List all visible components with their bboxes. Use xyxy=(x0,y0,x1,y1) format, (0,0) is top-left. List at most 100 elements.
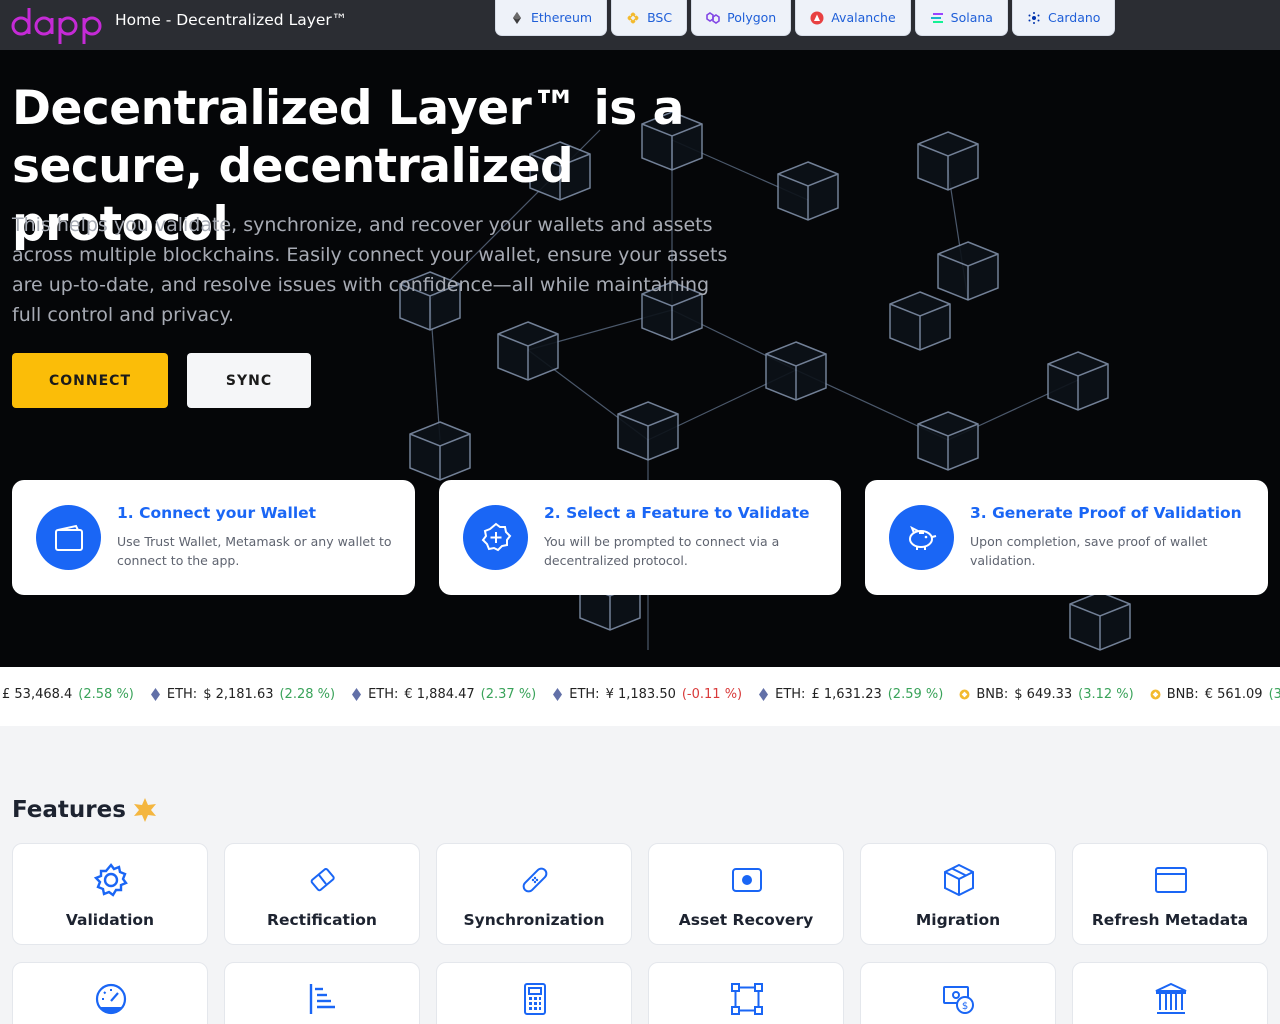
ethereum-icon xyxy=(513,11,521,24)
avalanche-icon xyxy=(810,11,824,24)
cash-coin-icon: $ xyxy=(943,986,974,1014)
feature-card-migration[interactable]: Migration xyxy=(860,843,1056,945)
ticker-item[interactable]: ETH: £ 1,631.23 (2.59 %) xyxy=(758,687,943,702)
tab-bsc[interactable]: BSC xyxy=(611,0,688,36)
ticker-change: (2.59 %) xyxy=(887,687,944,702)
step-description: Upon completion, save proof of wallet va… xyxy=(970,534,1208,568)
feature-card[interactable] xyxy=(436,962,632,1024)
ticker-coin: BNB: xyxy=(1166,687,1199,702)
feature-card-rectification[interactable]: Rectification xyxy=(224,843,420,945)
calculator-icon xyxy=(524,983,546,1015)
hero-section: Decentralized Layer™ is a secure, decent… xyxy=(0,50,1280,667)
polygon-icon xyxy=(706,11,720,24)
top-navbar: Home - Decentralized Layer™ Ethereum BSC… xyxy=(0,0,1280,50)
box-icon xyxy=(944,863,974,897)
tab-label: Cardano xyxy=(1047,10,1101,25)
feature-card[interactable] xyxy=(224,962,420,1024)
piggy-bank-icon xyxy=(908,525,936,550)
feature-card-refresh-metadata[interactable]: Refresh Metadata xyxy=(1072,843,1268,945)
tab-label: BSC xyxy=(647,10,673,25)
bnb-icon xyxy=(1150,689,1161,700)
step-icon-circle xyxy=(36,505,101,570)
ticker-track: £ 53,468.4 (2.58 %) ETH: $ 2,181.63 (2.2… xyxy=(2,687,1280,702)
ethereum-icon xyxy=(553,688,563,701)
ticker-item[interactable]: £ 53,468.4 (2.58 %) xyxy=(2,687,134,702)
feature-card-asset-recovery[interactable]: Asset Recovery xyxy=(648,843,844,945)
ticker-price: ¥ 1,183.50 xyxy=(605,687,676,702)
ticker-coin: ETH: xyxy=(166,687,198,702)
sync-button[interactable]: SYNC xyxy=(187,353,311,408)
feature-card[interactable] xyxy=(648,962,844,1024)
step-description: Use Trust Wallet, Metamask or any wallet… xyxy=(117,534,392,568)
feature-label: Validation xyxy=(65,911,155,929)
bandage-icon xyxy=(522,867,548,893)
bank-icon xyxy=(1155,982,1187,1014)
record-icon xyxy=(732,868,762,892)
ticker-change: (-0.11 %) xyxy=(681,687,743,702)
step-card-generate-proof[interactable]: 3. Generate Proof of Validation Upon com… xyxy=(865,480,1268,595)
tab-ethereum[interactable]: Ethereum xyxy=(495,0,608,36)
list-indent-icon xyxy=(309,984,335,1014)
tab-avalanche[interactable]: Avalanche xyxy=(795,0,911,36)
chain-tabs: Ethereum BSC Polygon Avalanche Solana Ca… xyxy=(495,0,1116,36)
svg-text:$: $ xyxy=(962,1001,968,1012)
feature-card-synchronization[interactable]: Synchronization xyxy=(436,843,632,945)
ticker-price: £ 53,468.4 xyxy=(2,687,73,702)
feature-label: Synchronization xyxy=(463,911,605,929)
feature-label: Migration xyxy=(915,911,1001,929)
step-title: 3. Generate Proof of Validation xyxy=(970,504,1242,522)
tab-label: Ethereum xyxy=(531,10,593,25)
ticker-coin: ETH: xyxy=(368,687,399,702)
hero-description: This helps you validate, synchronize, an… xyxy=(12,214,728,326)
feature-card[interactable] xyxy=(1072,962,1268,1024)
tab-cardano[interactable]: Cardano xyxy=(1011,0,1116,36)
ticker-coin: ETH: xyxy=(569,687,600,702)
feature-card[interactable] xyxy=(12,962,208,1024)
connect-button[interactable]: CONNECT xyxy=(12,353,168,408)
step-card-connect-wallet[interactable]: 1. Connect your Wallet Use Trust Wallet,… xyxy=(12,480,415,595)
ticker-price: £ 1,631.23 xyxy=(811,687,882,702)
gear-icon xyxy=(93,863,128,897)
step-description: You will be prompted to connect via a de… xyxy=(544,534,780,568)
window-icon xyxy=(1155,867,1187,893)
step-icon-circle xyxy=(889,505,954,570)
tab-label: Avalanche xyxy=(831,10,896,25)
solana-icon xyxy=(930,12,943,23)
star-icon xyxy=(133,798,156,822)
step-card-select-feature[interactable]: 2. Select a Feature to Validate You will… xyxy=(439,480,841,595)
ticker-price: € 561.09 xyxy=(1204,687,1263,702)
ticker-item[interactable]: ETH: ¥ 1,183.50 (-0.11 %) xyxy=(552,687,742,702)
bounding-box-icon xyxy=(731,983,763,1015)
ticker-change: (2.37 %) xyxy=(480,687,537,702)
bnb-icon xyxy=(959,689,970,700)
ethereum-icon xyxy=(150,688,160,701)
ticker-change: (2.28 %) xyxy=(279,687,336,702)
ticker-item[interactable]: ETH: € 1,884.47 (2.37 %) xyxy=(351,687,536,702)
feature-label: Asset Recovery xyxy=(678,911,814,929)
feature-card-validation[interactable]: Validation xyxy=(12,843,208,945)
ticker-item[interactable]: ETH: $ 2,181.63 (2.28 %) xyxy=(150,687,335,702)
ticker-change: (3.26 xyxy=(1268,687,1280,702)
speedometer-icon xyxy=(95,983,127,1015)
ticker-change: (2.58 %) xyxy=(78,687,134,702)
tab-polygon[interactable]: Polygon xyxy=(691,0,792,36)
ticker-item[interactable]: BNB: € 561.09 (3.26 xyxy=(1150,687,1280,702)
cardano-icon xyxy=(1028,11,1040,24)
ticker-price: € 1,884.47 xyxy=(404,687,475,702)
step-title: 2. Select a Feature to Validate xyxy=(544,504,810,522)
ticker-change: (3.12 %) xyxy=(1078,687,1134,702)
plus-badge-icon xyxy=(481,522,511,551)
dapp-logo[interactable] xyxy=(10,2,104,46)
ticker-item[interactable]: BNB: $ 649.33 (3.12 %) xyxy=(959,687,1134,702)
tab-label: Polygon xyxy=(727,10,777,25)
ticker-coin: BNB: xyxy=(976,687,1009,702)
tab-label: Solana xyxy=(950,10,993,25)
features-heading: Features xyxy=(12,797,158,823)
feature-label: Rectification xyxy=(267,911,377,929)
feature-card[interactable]: $ xyxy=(860,962,1056,1024)
wallet-icon xyxy=(54,524,83,551)
ethereum-icon xyxy=(759,688,769,701)
step-icon-circle xyxy=(463,505,528,570)
tab-solana[interactable]: Solana xyxy=(914,0,1008,36)
feature-label: Refresh Metadata xyxy=(1091,911,1249,929)
